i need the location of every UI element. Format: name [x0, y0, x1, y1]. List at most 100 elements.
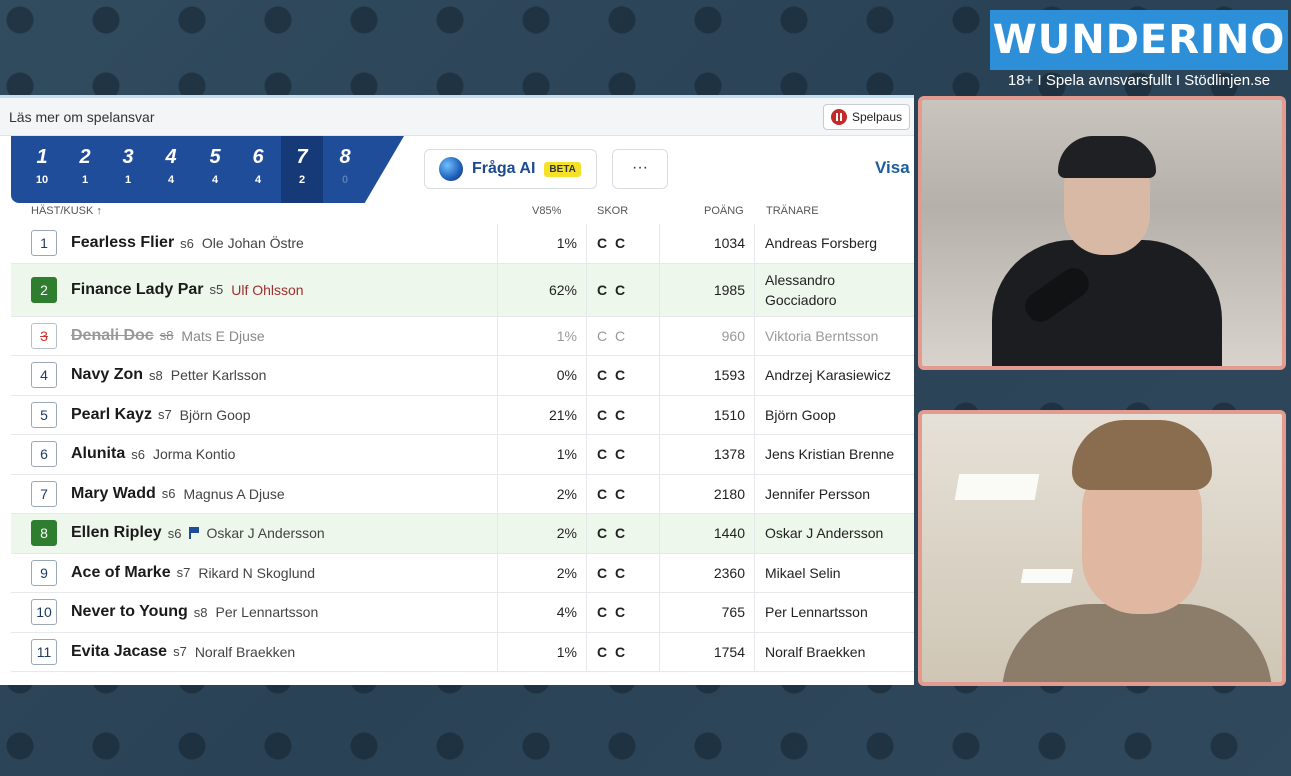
horse-tag: s5: [209, 282, 224, 297]
col-poang[interactable]: POÄNG: [704, 205, 744, 217]
race-tab-7[interactable]: 7 2: [281, 136, 323, 203]
v85-pct: 62%: [548, 281, 577, 298]
table-header: HÄST/KUSK ↑ V85% SKOR POÄNG TRÄNARE: [0, 201, 914, 223]
driver-name: Ole Johan Östre: [201, 235, 304, 252]
horse-name[interactable]: Never to Young: [71, 603, 188, 621]
horse-tag: s6: [180, 235, 194, 251]
race-tab-5[interactable]: 5 4: [194, 136, 236, 203]
spelpaus-button[interactable]: Spelpaus: [822, 103, 910, 130]
start-number: 5: [31, 401, 57, 428]
race-tab-4[interactable]: 4 4: [150, 136, 192, 203]
driver-name: Mats E Djuse: [181, 327, 265, 344]
visa-link[interactable]: Visa: [875, 158, 910, 178]
horse-name[interactable]: Fearless Flier: [71, 234, 174, 252]
horse-name[interactable]: Finance Lady Par: [71, 281, 204, 299]
wunderino-logo: WUNDERINO: [990, 10, 1288, 70]
start-number: 2: [31, 276, 57, 303]
horse-name[interactable]: Denali Doc: [71, 327, 154, 345]
driver-name: Rikard N Skoglund: [198, 564, 316, 581]
v85-pct: 2%: [556, 525, 577, 542]
starters-table: 1 Fearless Flier s6 Ole Johan Östre 1% C…: [0, 224, 914, 672]
driver-name: Ulf Ohlsson: [231, 281, 304, 298]
table-row[interactable]: 7 Mary Wadd s6 Magnus A Djuse 2% C C 218…: [11, 474, 914, 514]
horse-name[interactable]: Navy Zon: [71, 366, 143, 384]
start-number: 6: [31, 441, 57, 468]
horse-tag: s8: [193, 604, 208, 620]
race-tab-8[interactable]: 8 0: [324, 136, 366, 203]
horse-name[interactable]: Pearl Kayz: [71, 406, 152, 424]
horse-tag: s8: [149, 367, 163, 383]
pause-icon: [830, 108, 847, 125]
shoes: C C: [597, 604, 628, 621]
horse-name[interactable]: Ace of Marke: [71, 564, 171, 582]
v85-pct: 1%: [556, 235, 577, 252]
horse-tag: s7: [173, 644, 187, 660]
col-v85[interactable]: V85%: [532, 205, 561, 217]
table-row[interactable]: 5 Pearl Kayz s7 Björn Goop 21% C C 1510 …: [11, 395, 914, 435]
table-row[interactable]: 8 Ellen Ripley s6 Oskar J Andersson 2% C…: [11, 514, 914, 554]
points: 2360: [713, 564, 745, 581]
col-tranare[interactable]: TRÄNARE: [766, 205, 819, 217]
race-tab-count: 10: [35, 174, 49, 186]
horse-tag: s6: [167, 525, 182, 541]
table-row[interactable]: 1 Fearless Flier s6 Ole Johan Östre 1% C…: [11, 224, 914, 264]
race-tab-1[interactable]: 1 10: [21, 136, 63, 203]
shoes: C C: [597, 446, 628, 463]
v85-pct: 4%: [556, 604, 577, 621]
driver-name: Petter Karlsson: [170, 367, 267, 384]
points: 960: [721, 327, 745, 344]
race-tab-number: 1: [36, 146, 48, 168]
table-row[interactable]: 10 Never to Young s8 Per Lennartsson 4% …: [11, 593, 914, 633]
horse-name[interactable]: Evita Jacase: [71, 643, 167, 661]
table-row[interactable]: 2 Finance Lady Par s5 Ulf Ohlsson 62% C …: [11, 263, 914, 317]
col-skor[interactable]: SKOR: [597, 205, 628, 217]
horse-name[interactable]: Mary Wadd: [71, 485, 156, 503]
ceiling-light: [1020, 569, 1074, 583]
beta-badge: BETA: [544, 161, 581, 177]
more-options-button[interactable]: ···: [612, 149, 668, 189]
race-tab-6[interactable]: 6 4: [237, 136, 279, 203]
start-number: 1: [31, 230, 57, 257]
points: 1378: [713, 446, 745, 463]
table-row[interactable]: 4 Navy Zon s8 Petter Karlsson 0% C C 159…: [11, 356, 914, 396]
race-tab-count: 4: [211, 174, 219, 186]
responsible-gaming-link[interactable]: Läs mer om spelansvar: [9, 109, 155, 125]
trainer: Andreas Forsberg: [765, 235, 878, 252]
horse-name[interactable]: Alunita: [71, 445, 125, 463]
shoes: C C: [597, 525, 628, 542]
ask-ai-button[interactable]: Fråga AI BETA: [424, 149, 597, 189]
ai-globe-icon: [439, 157, 463, 181]
trainer: Jennifer Persson: [765, 485, 871, 502]
webcam-host-2: [918, 410, 1286, 686]
host-2-figure: [1002, 604, 1272, 682]
v85-pct: 21%: [548, 406, 577, 423]
start-number: 7: [31, 480, 57, 507]
horse-name[interactable]: Ellen Ripley: [71, 524, 162, 542]
table-row[interactable]: 6 Alunita s6 Jorma Kontio 1% C C 1378 Je…: [11, 435, 914, 475]
spelpaus-label: Spelpaus: [851, 109, 902, 124]
top-bar: Läs mer om spelansvar Spelpaus: [0, 98, 914, 136]
race-tab-2[interactable]: 2 1: [64, 136, 106, 203]
trainer: Alessandro Gocciadoro: [765, 264, 837, 316]
table-row[interactable]: 11 Evita Jacase s7 Noralf Braekken 1% C …: [11, 632, 914, 672]
table-row-scratched[interactable]: 3 Denali Doc s8 Mats E Djuse 1% C C 960 …: [11, 316, 914, 356]
v85-pct: 2%: [556, 564, 577, 581]
race-tab-count: 1: [124, 174, 132, 186]
race-tab-number: 8: [339, 146, 351, 168]
v85-pct: 2%: [556, 485, 577, 502]
shoes: C C: [597, 281, 628, 298]
col-horse-driver[interactable]: HÄST/KUSK ↑: [31, 205, 102, 217]
points: 765: [721, 604, 745, 621]
trainer: Noralf Braekken: [765, 643, 866, 660]
race-tab-number: 3: [122, 146, 134, 168]
table-row[interactable]: 9 Ace of Marke s7 Rikard N Skoglund 2% C…: [11, 553, 914, 593]
trainer: Andrzej Karasiewicz: [765, 367, 892, 384]
race-tab-3[interactable]: 3 1: [107, 136, 149, 203]
race-tab-count: 2: [298, 174, 306, 186]
ceiling-light: [954, 474, 1040, 500]
responsible-gaming-tagline: 18+ I Spela avnsvarsfullt I Stödlinjen.s…: [1007, 72, 1271, 89]
start-number: 9: [31, 559, 57, 586]
race-tab-number: 5: [209, 146, 221, 168]
driver-name: Per Lennartsson: [215, 604, 319, 621]
horse-tag: s7: [157, 407, 172, 423]
